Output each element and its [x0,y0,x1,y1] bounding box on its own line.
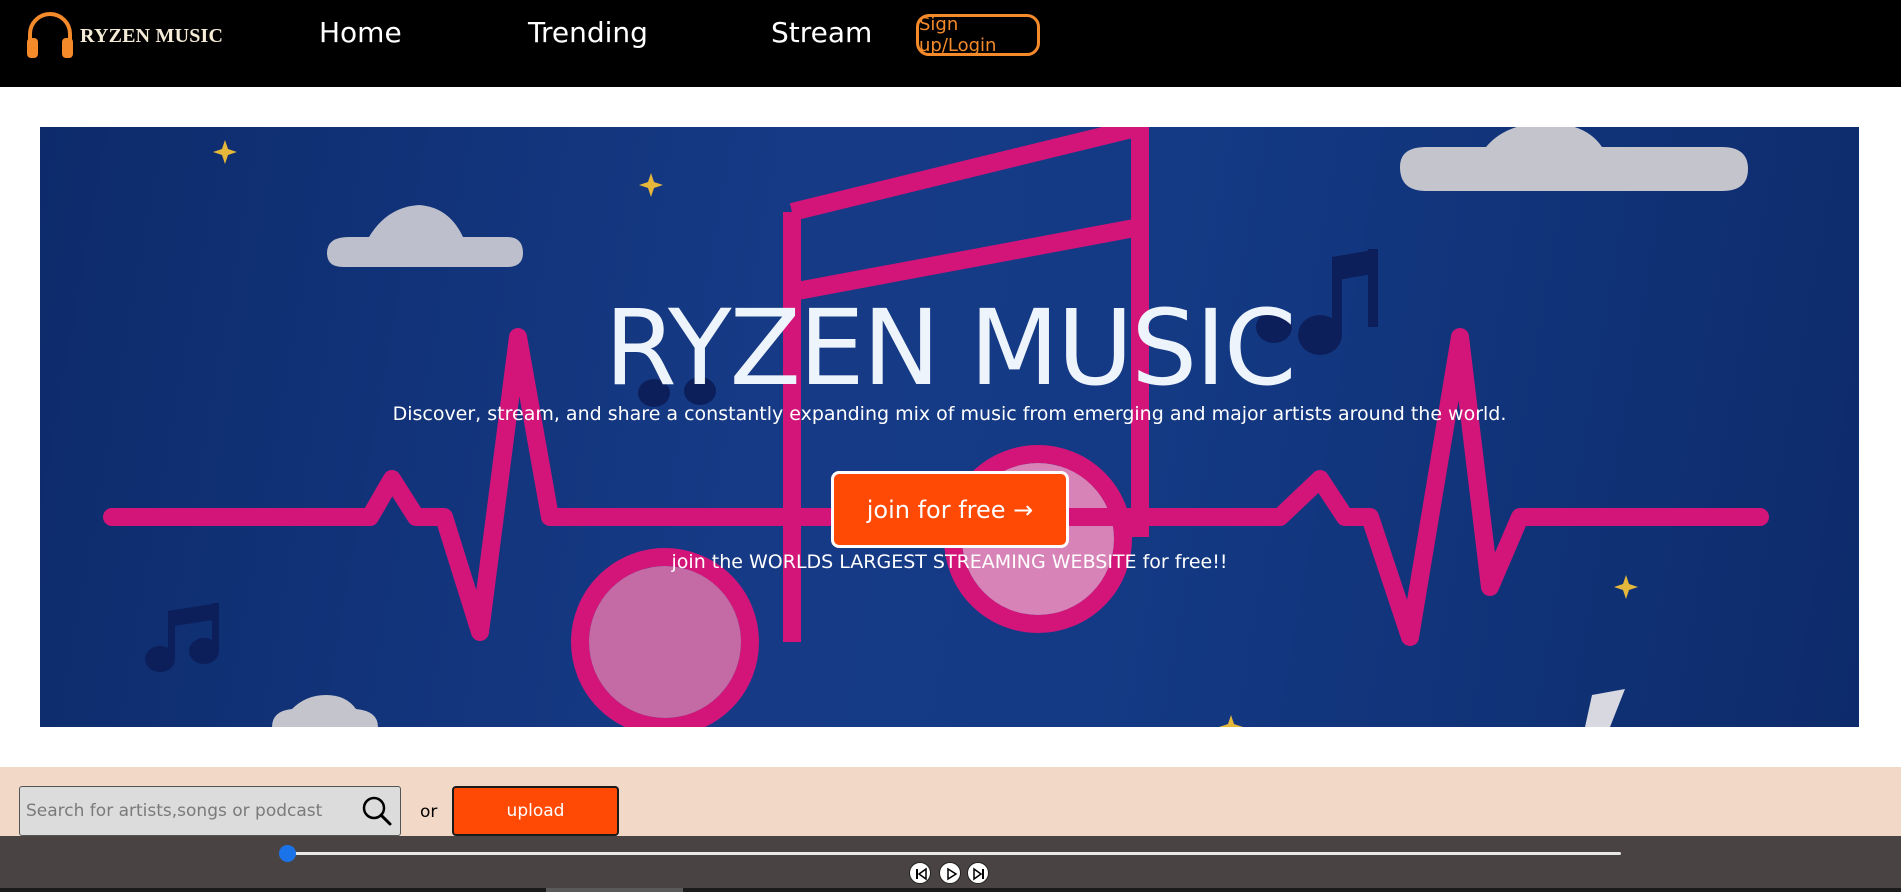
hero-banner: RYZEN MUSIC Discover, stream, and share … [40,127,1859,727]
previous-icon [916,867,927,881]
progress-track[interactable] [287,852,1621,855]
logo-text: RYZEN MUSIC [80,24,224,47]
top-navbar: RYZEN MUSIC Home Trending Stream Sign up… [0,0,1901,87]
progress-slider-handle[interactable] [279,845,296,862]
nav-stream[interactable]: Stream [771,16,872,49]
search-box [19,786,401,836]
search-input[interactable] [20,787,360,835]
headphones-icon [27,12,73,58]
next-button[interactable] [967,862,989,884]
upload-button[interactable]: upload [452,786,619,836]
bottom-edge [0,888,1901,892]
previous-button[interactable] [909,862,931,884]
hero-note: join the WORLDS LARGEST STREAMING WEBSIT… [671,551,1228,573]
hero-title: RYZEN MUSIC [604,287,1296,409]
next-icon [973,867,984,881]
play-icon [947,867,958,881]
join-for-free-button[interactable]: join for free → [831,471,1069,548]
hero-illustration [103,127,1769,727]
search-strip: or upload [0,767,1901,837]
signup-login-button[interactable]: Sign up/Login [916,14,1040,56]
nav-trending[interactable]: Trending [528,16,648,49]
music-player-bar [0,836,1901,892]
play-button[interactable] [939,862,961,884]
search-icon[interactable] [360,794,394,828]
logo[interactable]: RYZEN MUSIC [24,10,223,62]
hero-subtitle: Discover, stream, and share a constantly… [392,403,1507,425]
nav-home[interactable]: Home [319,16,402,49]
scroll-indicator [546,888,683,892]
or-label: or [420,802,438,822]
